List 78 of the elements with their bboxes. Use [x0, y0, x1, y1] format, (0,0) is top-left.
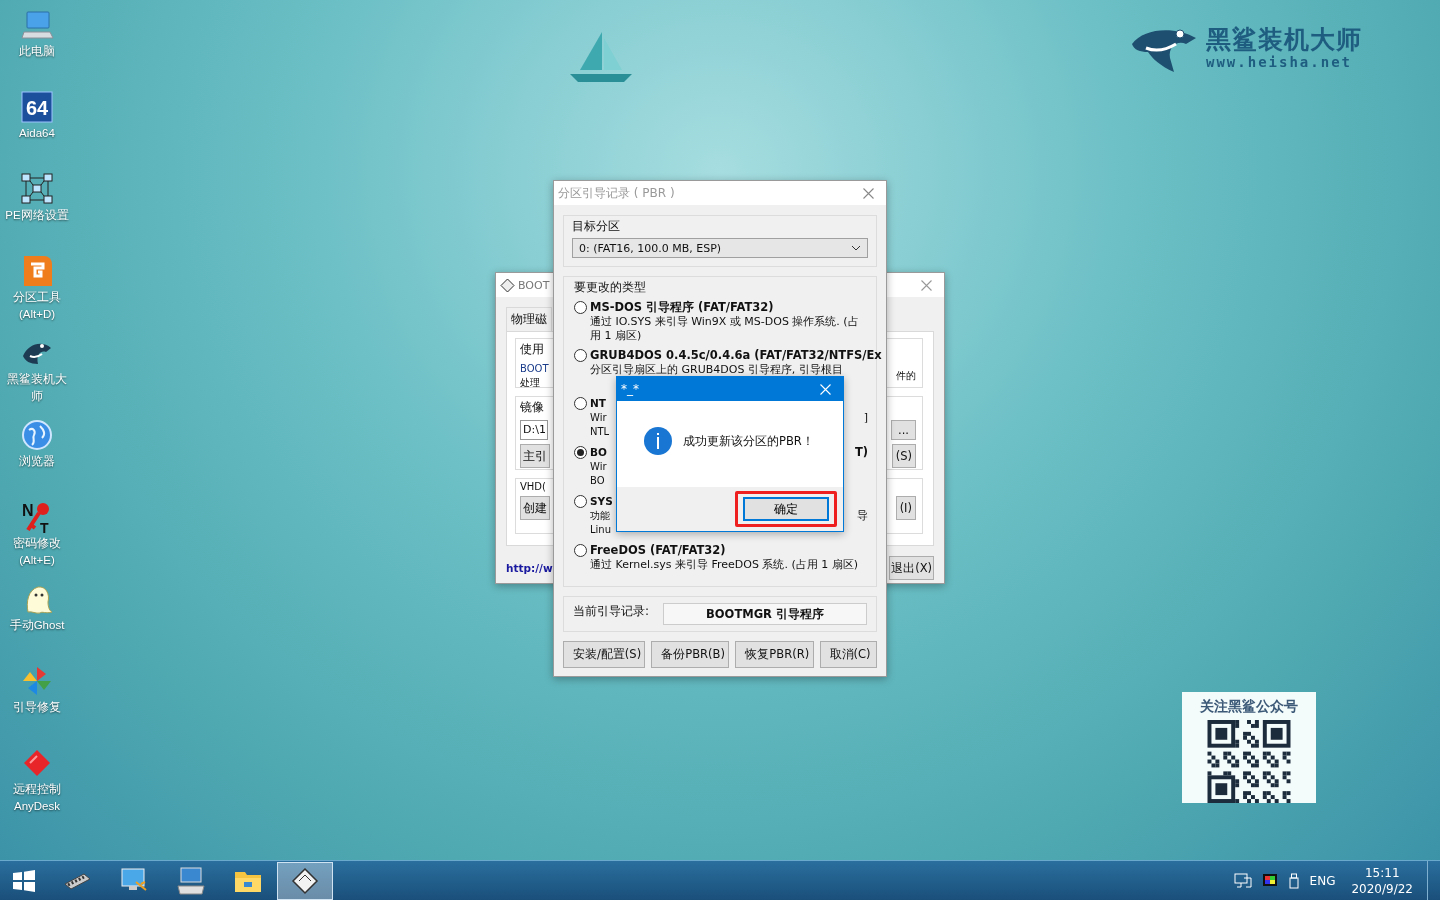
- action-button[interactable]: 创建: [520, 496, 550, 520]
- color-palette-icon: [1261, 872, 1278, 889]
- group-label: 目标分区: [572, 218, 620, 235]
- number-tile-icon: 64: [20, 90, 54, 124]
- option-description: NTL: [590, 425, 610, 439]
- option-description: 导: [857, 509, 868, 523]
- info-icon: [643, 426, 673, 456]
- chevron-down-icon: [851, 245, 861, 251]
- option-description: 用 1 扇区): [590, 329, 642, 343]
- radio-button[interactable]: [574, 349, 587, 362]
- action-button[interactable]: 主引: [520, 444, 550, 468]
- dialog-button[interactable]: 安装/配置(S): [563, 641, 646, 668]
- computer-icon: [176, 865, 206, 896]
- radio-button[interactable]: [574, 446, 587, 459]
- dialog-button[interactable]: 备份PBR(B): [651, 641, 730, 668]
- taskbar-app[interactable]: [277, 861, 333, 900]
- option-description: Wir: [590, 411, 607, 425]
- group-label: VHD(: [520, 481, 546, 492]
- current-record-label: 当前引导记录:: [573, 603, 650, 620]
- action-button[interactable]: (I): [895, 496, 916, 520]
- ok-button[interactable]: 确定: [743, 497, 829, 521]
- current-record-value: BOOTMGR 引导程序: [663, 603, 867, 625]
- globe-icon: [20, 418, 54, 452]
- radio-button[interactable]: [574, 397, 587, 410]
- radio-button[interactable]: [574, 495, 587, 508]
- qr-title: 关注黑鲨公众号: [1200, 698, 1298, 716]
- logo-url: www.heisha.net: [1206, 54, 1353, 70]
- option-title: T): [854, 444, 868, 460]
- dialog-button[interactable]: 取消(C): [819, 641, 877, 668]
- desktop-shortcut[interactable]: N T 密码修改 (Alt+E): [0, 496, 74, 578]
- option-description: BO: [590, 474, 605, 488]
- group-label: 镜像: [520, 399, 544, 416]
- exit-button[interactable]: 退出(X): [889, 556, 934, 580]
- option-description: 分区引导扇区上的 GRUB4DOS 引导程序, 引导根目: [590, 363, 843, 377]
- radio-button[interactable]: [574, 544, 587, 557]
- option-title: BO: [590, 445, 607, 460]
- path-field[interactable]: D:\1: [520, 420, 548, 440]
- desktop-shortcut[interactable]: 64 Aida64: [0, 86, 74, 168]
- description-text: BOOT: [520, 362, 549, 376]
- laptop-icon: [20, 8, 54, 42]
- close-icon: [862, 187, 874, 199]
- tab[interactable]: 物理磁: [506, 307, 552, 331]
- usb-drive-icon: [1287, 872, 1300, 889]
- radio-button[interactable]: [574, 301, 587, 314]
- window-title: BOOT: [518, 278, 550, 292]
- description-text: 处理: [520, 376, 541, 390]
- option-title: SYS: [590, 494, 613, 509]
- description-text: 件的: [896, 369, 916, 383]
- pinwheel-icon: [20, 664, 54, 698]
- windows-logo-icon: [12, 868, 36, 893]
- logo-title: 黑鲨装机大师: [1206, 26, 1362, 54]
- option-description: Wir: [590, 460, 607, 474]
- option-description: 通过 Kernel.sys 来引导 FreeDOS 系统. (占用 1 扇区): [590, 558, 859, 572]
- network-icon: [20, 172, 54, 206]
- group-label: 使用: [520, 341, 544, 358]
- dialog-button[interactable]: 恢复PBR(R): [735, 641, 814, 668]
- option-title: GRUB4DOS 0.4.5c/0.4.6a (FAT/FAT32/NTFS/Ex: [590, 347, 882, 363]
- option-title: FreeDOS (FAT/FAT32): [590, 542, 726, 558]
- close-icon: [920, 279, 932, 291]
- option-title: MS-DOS 引导程序 (FAT/FAT32): [590, 299, 774, 315]
- option-description: Linu: [590, 523, 612, 537]
- action-button[interactable]: (S): [891, 444, 916, 468]
- language-indicator[interactable]: ENG: [1309, 873, 1336, 888]
- network-icon: [1233, 872, 1252, 889]
- close-icon: [819, 383, 831, 395]
- group-label: 要更改的类型: [574, 279, 646, 296]
- disk-drive-icon: [290, 865, 320, 896]
- dialog-title: 分区引导记录 ( PBR ): [558, 184, 675, 202]
- option-description: 通过 IO.SYS 来引导 Win9X 或 MS-DOS 操作系统. (占: [590, 315, 859, 329]
- website-link[interactable]: http://w: [506, 562, 553, 574]
- message-text: 成功更新该分区的PBR！: [683, 433, 814, 449]
- option-description: 功能: [590, 509, 610, 523]
- option-title: NT: [590, 396, 606, 411]
- option-description: ]: [863, 411, 868, 425]
- partition-dropdown[interactable]: 0: (FAT16, 100.0 MB, ESP): [572, 238, 868, 258]
- browse-button[interactable]: ...: [891, 420, 916, 440]
- message-title: *_*: [621, 382, 639, 396]
- clock[interactable]: 15:11 2020/9/22: [1345, 864, 1419, 897]
